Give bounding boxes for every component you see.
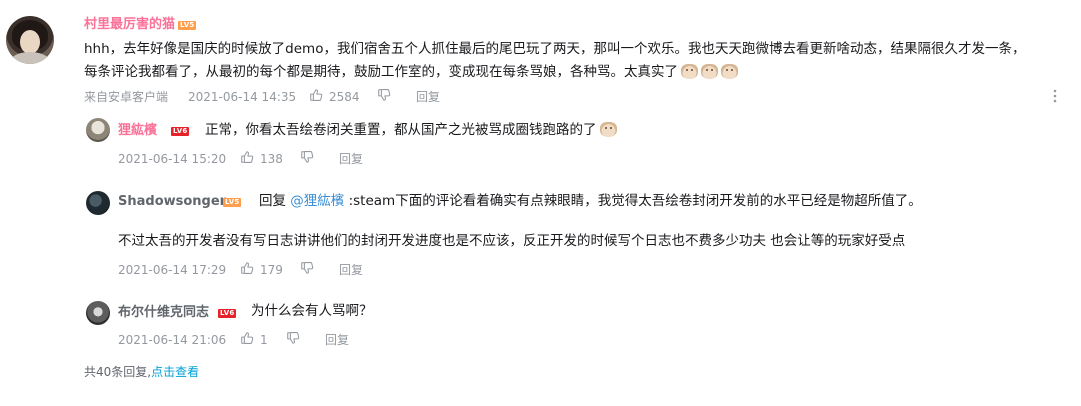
- thumbs-up-icon[interactable]: [240, 261, 254, 275]
- timestamp: 2021-06-14 21:06: [118, 333, 227, 347]
- reply-button[interactable]: 回复: [339, 262, 363, 278]
- view-all-replies-link[interactable]: 点击查看: [151, 365, 199, 379]
- doge-emoji-icon: [701, 64, 718, 79]
- thumbs-up-icon[interactable]: [240, 150, 254, 164]
- reply-count-footer: 共40条回复,点击查看: [84, 364, 199, 380]
- avatar[interactable]: [86, 301, 110, 325]
- avatar[interactable]: [86, 191, 110, 215]
- username[interactable]: 村里最厉害的猫: [84, 17, 175, 33]
- reply-button[interactable]: 回复: [325, 332, 349, 348]
- doge-emoji-icon: [599, 122, 617, 137]
- level-badge: LV6: [171, 127, 190, 136]
- timestamp: 2021-06-14 14:35: [188, 90, 297, 104]
- more-vertical-icon[interactable]: [1053, 89, 1057, 103]
- reply-text-line-1: 回复 @狸紘檳 :steam下面的评论看着确实有点辣眼睛，我觉得太吾绘卷封闭开发…: [259, 190, 922, 212]
- level-badge: LV5: [223, 198, 242, 207]
- comment-text-line-1: hhh，去年好像是国庆的时候放了demo，我们宿舍五个人抓住最后的尾巴玩了两天，…: [84, 41, 1026, 57]
- reply-text-content: 正常，你看太吾绘卷闭关重置，都从国产之光被骂成圈钱跑路的了: [205, 122, 597, 138]
- reply-button[interactable]: 回复: [339, 151, 363, 167]
- mention-link[interactable]: @狸紘檳: [290, 193, 344, 209]
- thumbs-down-icon[interactable]: [300, 261, 314, 275]
- doge-emoji-icon: [681, 64, 698, 79]
- thumbs-up-icon[interactable]: [309, 88, 323, 102]
- client-source: 来自安卓客户端: [84, 90, 169, 104]
- username[interactable]: Shadowsonger: [118, 194, 226, 210]
- reply-text: 正常，你看太吾绘卷闭关重置，都从国产之光被骂成圈钱跑路的了: [205, 119, 617, 141]
- avatar-face: [20, 30, 40, 54]
- thumbs-down-icon[interactable]: [286, 331, 300, 345]
- thumbs-up-icon[interactable]: [240, 331, 254, 345]
- reply-text-line-2: 不过太吾的开发者没有写日志讲讲他们的封闭开发进度也是不应该，反正开发的时候写个日…: [118, 233, 906, 249]
- username[interactable]: 狸紘檳: [118, 123, 157, 139]
- comment-text: 每条评论我都看了，从最初的每个都是期待，鼓励工作室的，变成现在每条骂娘，各种骂。…: [84, 64, 678, 80]
- thumbs-down-icon[interactable]: [300, 150, 314, 164]
- username[interactable]: 布尔什维克同志: [118, 305, 209, 321]
- total-replies-text: 共40条回复,: [84, 365, 152, 379]
- avatar-body: [10, 52, 50, 64]
- thumbs-down-icon[interactable]: [377, 88, 391, 102]
- reply-text: 为什么会有人骂啊？: [251, 303, 373, 319]
- avatar[interactable]: [6, 16, 54, 64]
- doge-emoji-icon: [721, 64, 738, 79]
- avatar[interactable]: [86, 118, 110, 142]
- like-count: 179: [260, 263, 283, 277]
- level-badge: LV5: [178, 21, 197, 30]
- reply-text-content: :steam下面的评论看着确实有点辣眼睛，我觉得太吾绘卷封闭开发前的水平已经是物…: [344, 193, 922, 209]
- level-badge: LV6: [218, 309, 237, 318]
- reply-prefix: 回复: [259, 193, 291, 209]
- comment-text-line-2: 每条评论我都看了，从最初的每个都是期待，鼓励工作室的，变成现在每条骂娘，各种骂。…: [84, 61, 738, 83]
- like-count: 1: [260, 333, 268, 347]
- reply-button[interactable]: 回复: [416, 89, 440, 105]
- timestamp: 2021-06-14 17:29: [118, 263, 227, 277]
- like-count: 138: [260, 152, 283, 166]
- like-count: 2584: [329, 90, 360, 104]
- timestamp: 2021-06-14 15:20: [118, 152, 227, 166]
